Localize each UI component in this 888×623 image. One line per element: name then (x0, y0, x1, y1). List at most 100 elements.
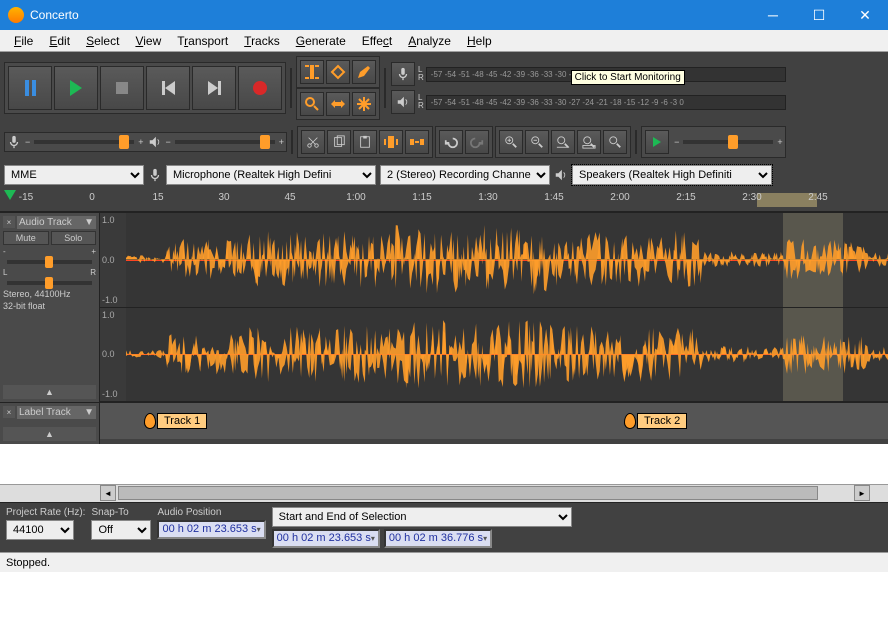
track-bitdepth-label: 32-bit float (3, 301, 96, 311)
menu-edit[interactable]: Edit (41, 32, 78, 50)
play-head-icon[interactable] (4, 190, 16, 200)
menu-file[interactable]: FFileile (6, 32, 41, 50)
transport-toolbar: LR -57 -54 -51 -48 -45 -42 -39 -36 -33 -… (0, 52, 888, 124)
playback-volume-slider[interactable] (175, 140, 275, 144)
snap-to-label: Snap-To (91, 507, 151, 518)
timeline-tick: 15 (152, 192, 163, 203)
timeshift-tool-button[interactable] (326, 92, 350, 116)
mixer-edit-toolbar: −+ −+ −+ (0, 124, 888, 162)
selection-end-value[interactable]: 00 h 02 m 36.776 s▾ (384, 529, 492, 548)
label-track-body[interactable]: Track 1 Track 2 (100, 403, 888, 439)
skip-start-button[interactable] (146, 66, 190, 110)
playback-meter-speaker-icon[interactable] (391, 90, 415, 114)
timeline-ruler[interactable]: -1501530451:001:151:301:452:002:152:302:… (0, 188, 888, 212)
fit-project-button[interactable] (577, 130, 601, 154)
timeline-tick: -15 (19, 192, 33, 203)
snap-to-select[interactable]: Off (91, 520, 151, 540)
menu-generate[interactable]: Generate (288, 32, 354, 50)
recording-volume-slider[interactable] (34, 140, 134, 144)
label-track-close-button[interactable]: × (3, 406, 15, 418)
copy-button[interactable] (327, 130, 351, 154)
play-vol-speaker-icon (148, 135, 162, 149)
waveform-left-channel[interactable]: 1.00.0-1.0 (100, 213, 888, 308)
timeline-tick: 30 (218, 192, 229, 203)
play-at-speed-button[interactable] (645, 130, 669, 154)
window-titlebar: Concerto ─ ☐ ✕ (0, 0, 888, 30)
selection-mode-select[interactable]: Start and End of Selection (272, 507, 572, 527)
record-button[interactable] (238, 66, 282, 110)
envelope-tool-button[interactable] (326, 60, 350, 84)
label-text-1[interactable]: Track 1 (157, 413, 207, 429)
label-marker-1[interactable]: Track 1 (144, 413, 207, 429)
window-close-button[interactable]: ✕ (842, 0, 888, 30)
menu-analyze[interactable]: Analyze (400, 32, 459, 50)
menu-view[interactable]: View (127, 32, 169, 50)
project-rate-label: Project Rate (Hz): (6, 507, 85, 518)
undo-button[interactable] (439, 130, 463, 154)
draw-tool-button[interactable] (352, 60, 376, 84)
zoom-out-button[interactable] (525, 130, 549, 154)
window-maximize-button[interactable]: ☐ (796, 0, 842, 30)
window-minimize-button[interactable]: ─ (750, 0, 796, 30)
multi-tool-button[interactable] (352, 92, 376, 116)
timeline-tick: 2:00 (610, 192, 629, 203)
selection-start-value[interactable]: 00 h 02 m 23.653 s▾ (272, 529, 380, 548)
audio-position-value[interactable]: 00 h 02 m 23.653 s▾ (157, 520, 265, 539)
selection-tool-button[interactable] (300, 60, 324, 84)
status-text: Stopped. (6, 557, 50, 569)
play-meter-right-label: R (418, 102, 424, 110)
audio-track-waveforms[interactable]: 1.00.0-1.0 1.00.0-1.0 (100, 213, 888, 402)
label-handle-icon[interactable] (624, 413, 636, 429)
device-toolbar: MME Microphone (Realtek High Defini 2 (S… (0, 162, 888, 188)
play-speed-slider[interactable] (683, 140, 773, 144)
label-track-title-dropdown[interactable]: Label Track ▼ (17, 406, 96, 419)
record-level-meter[interactable]: -57 -54 -51 -48 -45 -42 -39 -36 -33 -30 … (426, 67, 786, 82)
silence-button[interactable] (405, 130, 429, 154)
play-button[interactable] (54, 66, 98, 110)
label-marker-2[interactable]: Track 2 (624, 413, 687, 429)
recording-channels-select[interactable]: 2 (Stereo) Recording Channels (380, 165, 550, 185)
cut-button[interactable] (301, 130, 325, 154)
label-track-collapse-button[interactable]: ▲ (3, 427, 96, 441)
input-device-mic-icon (148, 168, 162, 182)
track-collapse-button[interactable]: ▲ (3, 385, 96, 399)
menu-transport[interactable]: Transport (169, 32, 236, 50)
track-close-button[interactable]: × (3, 216, 15, 228)
rec-vol-mic-icon (7, 135, 21, 149)
project-rate-select[interactable]: 44100 (6, 520, 74, 540)
redo-button[interactable] (465, 130, 489, 154)
timeline-tick: 1:30 (478, 192, 497, 203)
scroll-right-button[interactable]: ► (854, 485, 870, 501)
scroll-thumb[interactable] (118, 486, 818, 500)
label-text-2[interactable]: Track 2 (637, 413, 687, 429)
menu-effect[interactable]: Effect (354, 32, 400, 50)
label-handle-icon[interactable] (144, 413, 156, 429)
pause-button[interactable] (8, 66, 52, 110)
playback-level-meter[interactable]: -57 -54 -51 -48 -45 -42 -39 -36 -33 -30 … (426, 95, 786, 110)
track-gain-slider[interactable] (7, 260, 92, 264)
record-meter-mic-icon[interactable] (391, 62, 415, 86)
skip-end-button[interactable] (192, 66, 236, 110)
zoom-tool-button[interactable] (300, 92, 324, 116)
zoom-toggle-button[interactable] (603, 130, 627, 154)
track-title-dropdown[interactable]: Audio Track ▼ (17, 216, 96, 229)
input-device-select[interactable]: Microphone (Realtek High Defini (166, 165, 376, 185)
track-solo-button[interactable]: Solo (51, 231, 97, 245)
zoom-in-button[interactable] (499, 130, 523, 154)
label-track: × Label Track ▼ ▲ Track 1 Track 2 (0, 402, 888, 444)
stop-button[interactable] (100, 66, 144, 110)
track-pan-slider[interactable] (7, 281, 92, 285)
menu-select[interactable]: Select (78, 32, 127, 50)
fit-selection-button[interactable] (551, 130, 575, 154)
paste-button[interactable] (353, 130, 377, 154)
track-mute-button[interactable]: Mute (3, 231, 49, 245)
waveform-right-channel[interactable]: 1.00.0-1.0 (100, 308, 888, 403)
audio-host-select[interactable]: MME (4, 165, 144, 185)
menu-tracks[interactable]: Tracks (236, 32, 288, 50)
menu-help[interactable]: Help (459, 32, 500, 50)
scroll-left-button[interactable]: ◄ (100, 485, 116, 501)
output-device-select[interactable]: Speakers (Realtek High Definiti (572, 165, 772, 185)
trim-button[interactable] (379, 130, 403, 154)
horizontal-scrollbar[interactable]: ◄ ► (0, 484, 888, 502)
audio-track-header: × Audio Track ▼ Mute Solo -+ LR Stereo, … (0, 213, 100, 402)
